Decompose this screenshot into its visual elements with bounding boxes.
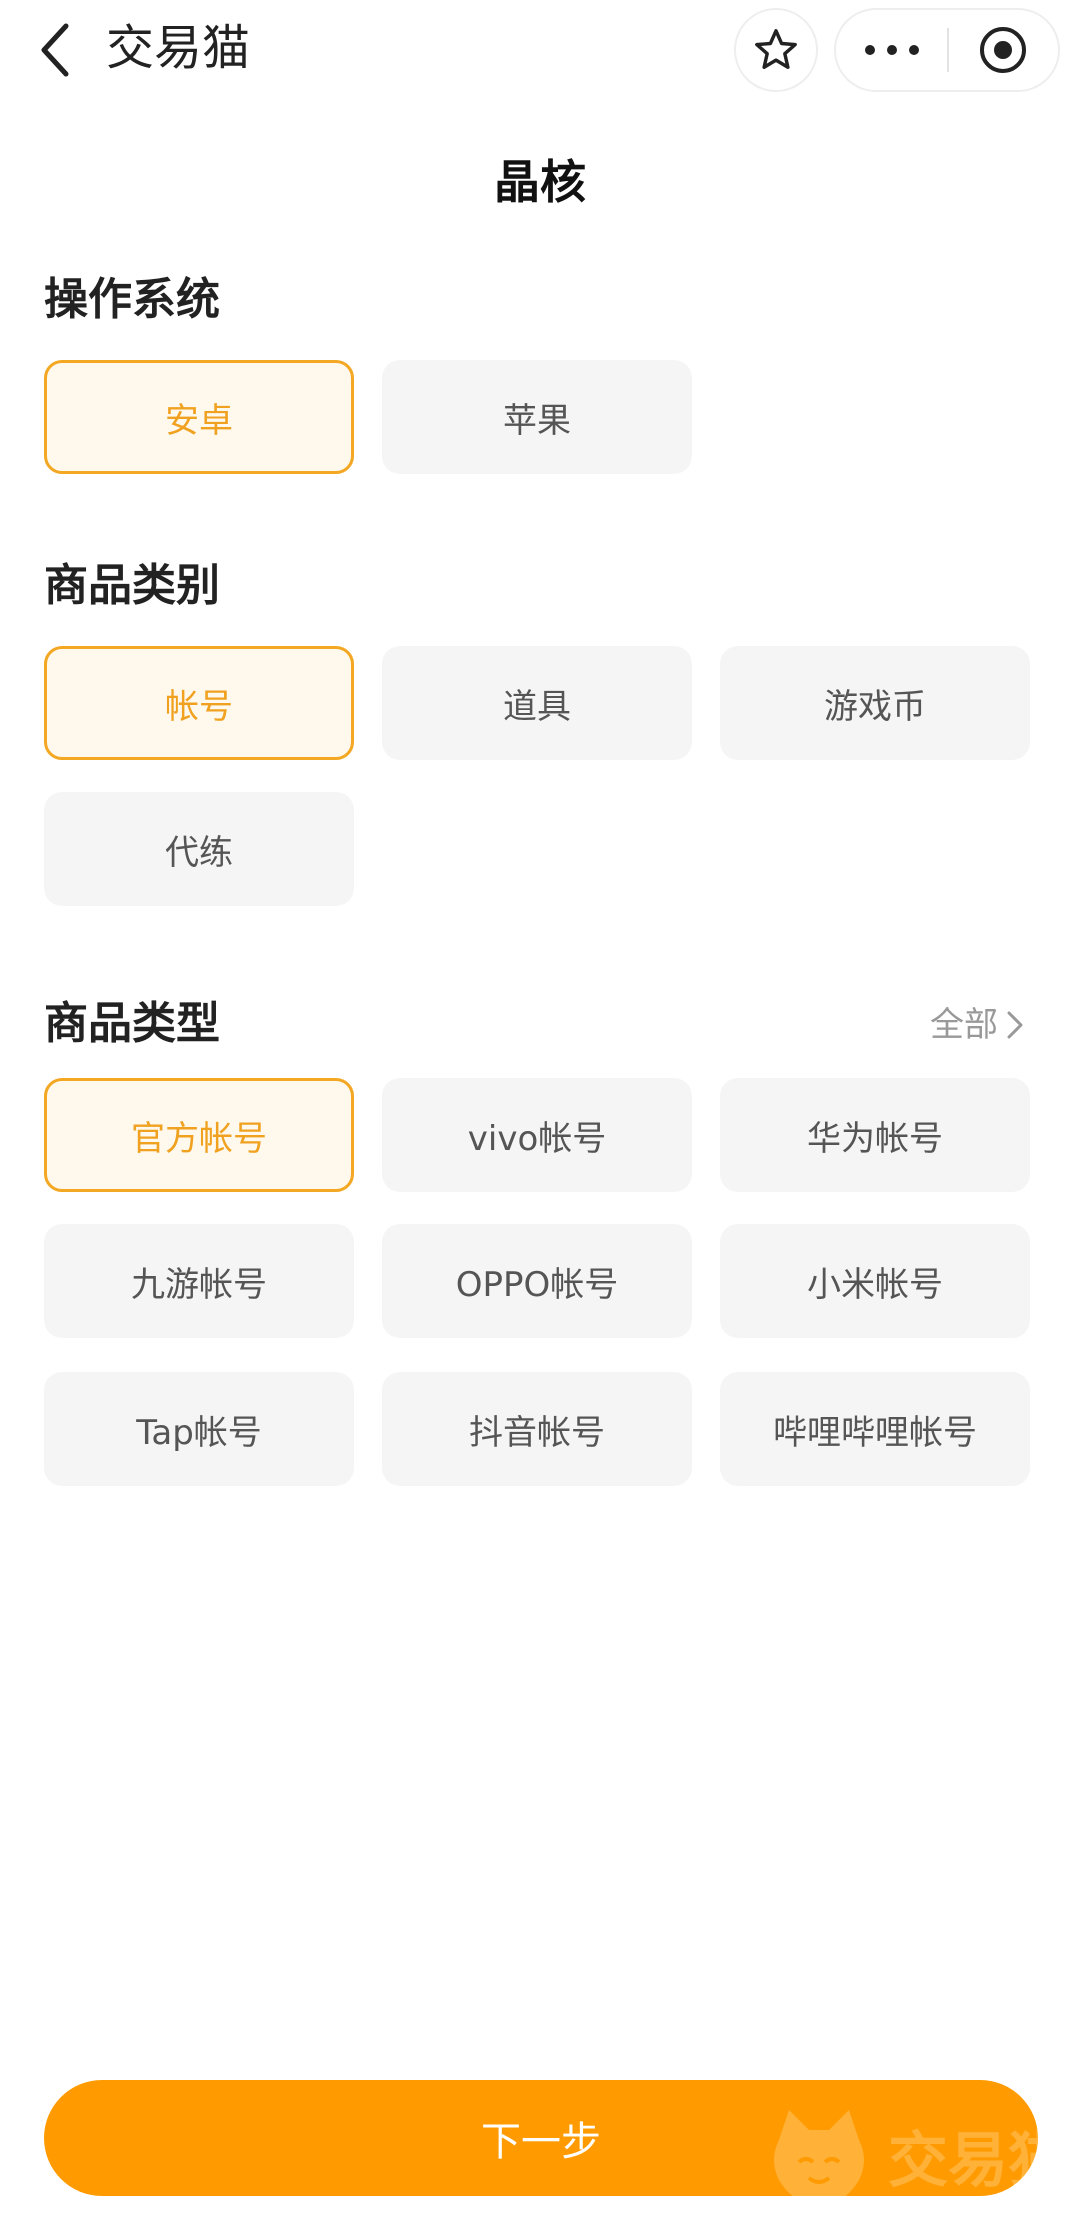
next-step-label: 下一步 [481,2119,601,2165]
cat-logo-icon [774,2110,864,2196]
chip-boosting[interactable]: 代练 [44,792,354,906]
top-navbar: 交易猫 [0,0,1080,100]
favorite-button[interactable] [734,8,818,92]
chip-9game-account[interactable]: 九游帐号 [44,1224,354,1338]
chevron-right-icon [1007,1011,1023,1039]
chip-items[interactable]: 道具 [382,646,692,760]
page-title: 晶核 [494,155,586,209]
app-title: 交易猫 [106,20,251,76]
page: 交易猫 晶核 操作系统 安卓 苹果 商品类别 帐号 道具 游戏币 代练 商品类型… [0,0,1080,2234]
view-all-link[interactable]: 全部 [930,1000,1024,1050]
more-dots-icon [864,45,919,55]
chip-game-currency[interactable]: 游戏币 [720,646,1030,760]
next-step-button[interactable]: 下一步 交易猫 [44,2080,1038,2196]
star-icon [755,29,797,69]
chip-official-account[interactable]: 官方帐号 [44,1078,354,1192]
chip-xiaomi-account[interactable]: 小米帐号 [720,1224,1030,1338]
chip-oppo-account[interactable]: OPPO帐号 [382,1224,692,1338]
watermark-text: 交易猫 [888,2125,1038,2196]
chip-account[interactable]: 帐号 [44,646,354,760]
chip-douyin-account[interactable]: 抖音帐号 [382,1372,692,1486]
miniapp-capsule [834,8,1060,92]
section-title-os: 操作系统 [44,274,220,325]
chip-vivo-account[interactable]: vivo帐号 [382,1078,692,1192]
chip-huawei-account[interactable]: 华为帐号 [720,1078,1030,1192]
section-title-category: 商品类别 [44,560,220,611]
chevron-left-icon [41,23,69,77]
chip-tap-account[interactable]: Tap帐号 [44,1372,354,1486]
chip-ios[interactable]: 苹果 [382,360,692,474]
more-button[interactable] [836,10,947,90]
view-all-label: 全部 [930,1005,998,1045]
chip-bilibili-account[interactable]: 哔哩哔哩帐号 [720,1372,1030,1486]
back-button[interactable] [30,20,80,80]
section-title-type: 商品类型 [44,998,220,1049]
chip-android[interactable]: 安卓 [44,360,354,474]
close-miniapp-button[interactable] [949,10,1058,90]
brand-watermark: 交易猫 [764,2100,1038,2196]
target-icon [980,27,1027,73]
